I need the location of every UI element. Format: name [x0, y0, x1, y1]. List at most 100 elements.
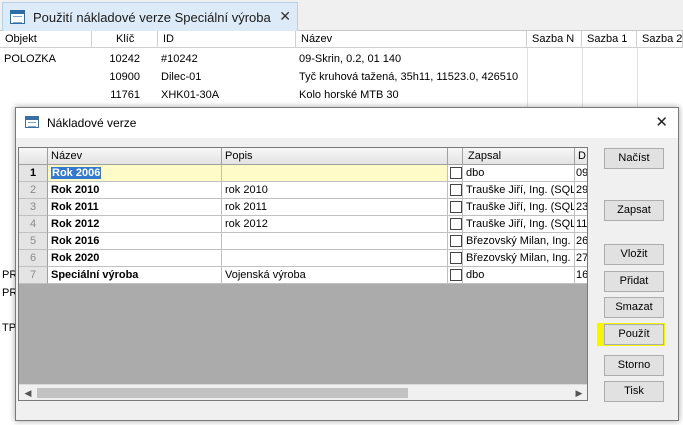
checkbox[interactable] — [450, 235, 462, 247]
table-row[interactable]: 10900 Dilec-01 Tyč kruhová tažená, 35h11… — [0, 68, 683, 86]
column-header-objekt[interactable]: Objekt — [0, 31, 92, 48]
row-number[interactable]: 1 — [19, 165, 48, 182]
cell-datum[interactable]: 23 — [575, 199, 587, 216]
use-button[interactable]: Použít — [604, 324, 664, 345]
scrollbar-thumb[interactable] — [37, 388, 408, 398]
row-number[interactable]: 7 — [19, 267, 48, 284]
dialog-titlebar[interactable]: Nákladové verze ✕ — [16, 108, 678, 138]
tab-title: Použití nákladové verze Speciální výroba — [33, 10, 271, 25]
cell-zapsal[interactable]: Trauške Jiří, Ing. (SQL) — [463, 182, 575, 199]
tab-strip: Použití nákladové verze Speciální výroba… — [0, 0, 683, 31]
cell-datum[interactable]: 29 — [575, 182, 587, 199]
cell-datum[interactable]: 11 — [575, 216, 587, 233]
row-number[interactable]: 6 — [19, 250, 48, 267]
checkbox[interactable] — [450, 252, 462, 264]
dialog-title: Nákladové verze — [47, 116, 137, 130]
cell-nazev: Kolo horské MTB 30 — [299, 89, 399, 101]
delete-button[interactable]: Smazat — [604, 297, 664, 318]
cell-zapsal[interactable]: dbo — [463, 165, 575, 182]
cell-nazev[interactable]: Rok 2012 — [48, 216, 222, 233]
column-header-datum[interactable]: D — [575, 148, 587, 165]
cell-zapsal[interactable]: Březovský Milan, Ing. ( — [463, 250, 575, 267]
tab-usage-cost-version[interactable]: Použití nákladové verze Speciální výroba… — [2, 2, 298, 31]
cell-nazev-text: Rok 2006 — [51, 167, 102, 179]
save-button[interactable]: Zapsat — [604, 200, 664, 221]
horizontal-scrollbar[interactable]: ◀ ▶ — [19, 384, 587, 400]
scroll-left-icon[interactable]: ◀ — [20, 385, 36, 400]
cell-popis[interactable]: rok 2010 — [222, 182, 448, 199]
checkbox[interactable] — [450, 201, 462, 213]
background-grid-header: Objekt Klíč ID Název Sazba N Sazba 1 Saz… — [0, 31, 683, 48]
cell-popis[interactable] — [222, 250, 448, 267]
cell-nazev[interactable]: Rok 2010 — [48, 182, 222, 199]
cell-checkbox[interactable] — [448, 199, 463, 216]
cell-checkbox[interactable] — [448, 182, 463, 199]
cell-objekt — [4, 86, 92, 104]
cell-zapsal[interactable]: Březovský Milan, Ing. ( — [463, 233, 575, 250]
column-header-sazba-1[interactable]: Sazba 1 — [582, 31, 637, 48]
cell-checkbox[interactable] — [448, 165, 463, 182]
print-button[interactable]: Tisk — [604, 381, 664, 402]
insert-button[interactable]: Vložit — [604, 244, 664, 265]
cell-zapsal[interactable]: Trauške Jiří, Ing. (SQL) — [463, 216, 575, 233]
column-header-sazba-n[interactable]: Sazba N — [527, 31, 582, 48]
cell-nazev: 09-Skrin, 0.2, 01 140 — [299, 53, 402, 65]
checkbox[interactable] — [450, 218, 462, 230]
cell-objekt — [4, 68, 92, 86]
column-header-sazba-2[interactable]: Sazba 2 — [637, 31, 683, 48]
column-header-nazev[interactable]: Název — [296, 31, 527, 48]
cell-nazev: Tyč kruhová tažená, 35h11, 11523.0, 4265… — [299, 71, 519, 83]
cell-popis[interactable]: rok 2012 — [222, 216, 448, 233]
cell-nazev[interactable]: Rok 2011 — [48, 199, 222, 216]
cell-popis[interactable] — [222, 233, 448, 250]
cell-checkbox[interactable] — [448, 233, 463, 250]
cell-datum[interactable]: 16 — [575, 267, 587, 284]
cell-id: Dilec-01 — [161, 71, 202, 83]
checkbox[interactable] — [450, 184, 462, 196]
cell-id: #10242 — [161, 53, 198, 65]
cell-nazev[interactable]: Speciální výroba — [48, 267, 222, 284]
column-header-checkbox[interactable] — [448, 148, 463, 165]
load-button[interactable]: Načíst — [604, 148, 664, 169]
form-icon — [10, 10, 25, 24]
row-number[interactable]: 5 — [19, 233, 48, 250]
cell-objekt: POLOZKA — [4, 53, 56, 65]
column-header-klic[interactable]: Klíč — [92, 31, 158, 48]
table-row[interactable]: 11761 XHK01-30A Kolo horské MTB 30 — [0, 86, 683, 104]
row-fragment: TP — [2, 322, 17, 334]
column-header-nazev[interactable]: Název — [48, 148, 222, 165]
close-icon[interactable]: ✕ — [655, 113, 668, 131]
cell-datum[interactable]: 26 — [575, 233, 587, 250]
cell-datum[interactable]: 09 — [575, 165, 587, 182]
row-number[interactable]: 2 — [19, 182, 48, 199]
cell-nazev[interactable]: Rok 2020 — [48, 250, 222, 267]
column-header-popis[interactable]: Popis — [222, 148, 448, 165]
cell-klic: 10242 — [109, 53, 140, 65]
checkbox[interactable] — [450, 269, 462, 281]
cell-nazev[interactable]: Rok 2006 — [48, 165, 222, 182]
cell-checkbox[interactable] — [448, 267, 463, 284]
add-button[interactable]: Přidat — [604, 271, 664, 292]
column-header-zapsal[interactable]: Zapsal — [463, 148, 575, 165]
cell-klic: 11761 — [110, 89, 140, 101]
cell-zapsal[interactable]: dbo — [463, 267, 575, 284]
cell-datum[interactable]: 27 — [575, 250, 587, 267]
table-row[interactable]: POLOZKA 10242 #10242 09-Skrin, 0.2, 01 1… — [0, 50, 683, 68]
cell-nazev[interactable]: Rok 2016 — [48, 233, 222, 250]
row-number[interactable]: 4 — [19, 216, 48, 233]
cell-popis[interactable]: Vojenská výroba — [222, 267, 448, 284]
cell-checkbox[interactable] — [448, 250, 463, 267]
checkbox[interactable] — [450, 167, 462, 179]
cell-popis[interactable] — [222, 165, 448, 182]
scroll-right-icon[interactable]: ▶ — [571, 385, 587, 400]
column-header-id[interactable]: ID — [158, 31, 296, 48]
row-header-corner — [19, 148, 48, 165]
form-icon — [25, 116, 39, 128]
cell-popis[interactable]: rok 2011 — [222, 199, 448, 216]
cost-versions-grid[interactable]: Název Popis Zapsal D 1 Rok 2006 dbo 09 2… — [18, 147, 588, 401]
cell-zapsal[interactable]: Trauške Jiří, Ing. (SQL) — [463, 199, 575, 216]
tab-close-icon[interactable]: ✕ — [279, 8, 291, 25]
cell-checkbox[interactable] — [448, 216, 463, 233]
row-number[interactable]: 3 — [19, 199, 48, 216]
cancel-button[interactable]: Storno — [604, 355, 664, 376]
